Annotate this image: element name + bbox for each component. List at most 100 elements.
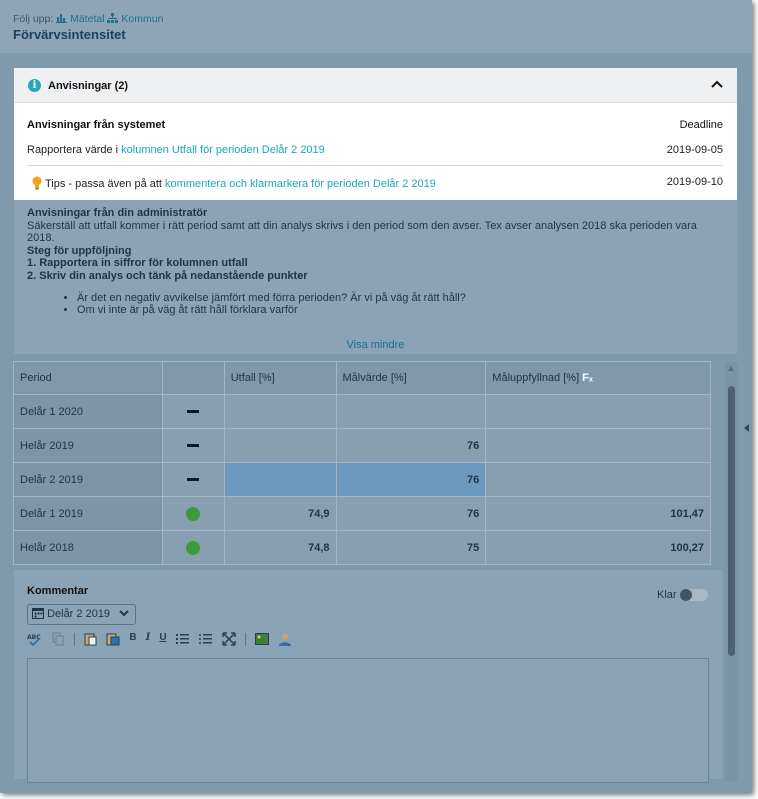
instruction-row-report-link[interactable]: kolumnen Utfall för perioden Delår 2 201… <box>121 144 325 156</box>
utfall-cell[interactable] <box>223 394 337 429</box>
malvarde-cell[interactable]: 76 <box>335 462 487 497</box>
instruction-row-tip: Tips - passa även på att kommentera och … <box>32 176 436 190</box>
numbered-list-icon[interactable] <box>175 632 190 646</box>
underline-button[interactable]: U <box>159 632 166 646</box>
formula-icon[interactable]: Fₓ <box>582 372 593 384</box>
chevron-up-icon[interactable] <box>711 79 723 89</box>
municipality-link[interactable]: Kommun <box>107 13 163 25</box>
utfall-cell[interactable] <box>223 462 337 497</box>
deadline-header: Deadline <box>679 119 723 131</box>
table-row[interactable]: Helår 2018 74,8 75 100,27 <box>13 530 711 565</box>
paste-from-word-icon[interactable] <box>106 632 120 646</box>
scroll-up-arrow-icon[interactable] <box>728 366 734 371</box>
done-toggle[interactable] <box>680 589 708 601</box>
comment-section: Kommentar Klar Delår 2 2019 ABC B I U <box>14 570 722 783</box>
period-cell: Helår 2019 <box>13 428 163 463</box>
status-cell <box>161 428 225 463</box>
italic-button[interactable]: I <box>146 632 151 646</box>
no-status-icon <box>187 478 200 482</box>
maluppfyllnad-cell <box>485 462 711 497</box>
chevron-down-icon <box>119 610 129 617</box>
admin-instructions-text: Säkerställ att utfall kommer i rätt peri… <box>27 219 697 245</box>
scrollbar-thumb[interactable] <box>728 386 735 656</box>
comment-editor[interactable] <box>27 658 709 783</box>
status-green-icon <box>186 506 201 521</box>
bold-button[interactable]: B <box>129 632 136 646</box>
editor-toolbar: ABC B I U <box>27 632 298 648</box>
column-header-period[interactable]: Period <box>13 361 163 395</box>
instructions-title: Anvisningar (2) <box>48 80 129 92</box>
info-icon: i <box>28 79 41 92</box>
status-cell <box>161 496 225 531</box>
period-cell: Helår 2018 <box>13 530 163 565</box>
instruction-row-tip-date: 2019-09-10 <box>666 176 723 188</box>
no-status-icon <box>187 444 200 448</box>
column-header-maluppfyllnad[interactable]: Måluppfyllnad [%] Fₓ <box>485 361 711 395</box>
status-green-icon <box>186 540 201 555</box>
user-icon[interactable] <box>278 632 292 646</box>
period-cell: Delår 2 2019 <box>13 462 163 497</box>
table-row[interactable]: Delår 1 2019 74,9 76 101,47 <box>13 496 711 531</box>
collapse-side-panel-icon[interactable] <box>744 424 749 432</box>
instruction-row-report-text: Rapportera värde i <box>27 144 122 156</box>
step-1: 1. Rapportera in siffror för kolumnen ut… <box>27 257 248 269</box>
maluppfyllnad-cell: 100,27 <box>485 530 711 565</box>
instruction-row-tip-link[interactable]: kommentera och klarmarkera för perioden … <box>165 178 436 190</box>
malvarde-cell[interactable]: 76 <box>335 496 487 531</box>
utfall-cell[interactable]: 74,8 <box>223 530 337 565</box>
admin-instructions: Anvisningar från din administratör Säker… <box>27 207 727 316</box>
toolbar-divider <box>74 632 76 646</box>
maluppfyllnad-cell <box>485 394 711 429</box>
calendar-icon <box>32 608 44 619</box>
municipality-link-label: Kommun <box>121 13 164 25</box>
utfall-cell[interactable] <box>223 428 337 463</box>
instruction-row-report: Rapportera värde i kolumnen Utfall för p… <box>27 144 325 156</box>
org-chart-icon <box>107 13 119 23</box>
malvarde-cell[interactable]: 75 <box>335 530 487 565</box>
results-table: Period Utfall [%] Målvärde [%] Måluppfyl… <box>13 361 711 565</box>
paste-icon[interactable] <box>84 632 97 646</box>
instruction-row-tip-text: Tips - passa även på att <box>45 178 166 190</box>
step-2: 2. Skriv din analys och tänk på nedanstå… <box>27 269 308 282</box>
copy-icon[interactable] <box>52 632 65 646</box>
malvarde-cell[interactable]: 76 <box>335 428 487 463</box>
status-cell <box>161 394 225 429</box>
page-title: Förvärvsintensitet <box>13 27 126 42</box>
bulleted-list-icon[interactable] <box>198 632 213 646</box>
image-icon[interactable] <box>254 632 269 646</box>
malvarde-cell[interactable] <box>335 394 487 429</box>
column-header-maluppfyllnad-label: Måluppfyllnad [%] <box>492 372 580 384</box>
period-select[interactable]: Delår 2 2019 <box>27 604 136 625</box>
show-less-link[interactable]: Visa mindre <box>14 339 737 351</box>
metric-link-label: Mätetal <box>70 13 105 25</box>
maluppfyllnad-cell <box>485 428 711 463</box>
modal-frame: Följ upp: Mätetal Kommun Förvärvsintensi… <box>0 0 752 793</box>
table-row[interactable]: Delår 1 2020 <box>13 394 711 429</box>
comment-title: Kommentar <box>27 585 89 597</box>
instructions-header[interactable]: i Anvisningar (2) <box>14 68 737 103</box>
admin-bullets: Är det en negativ avvikelse jämfört med … <box>27 292 727 316</box>
instructions-panel: i Anvisningar (2) Anvisningar från syste… <box>14 68 737 354</box>
table-row[interactable]: Helår 2019 76 <box>13 428 711 463</box>
follow-label: Följ upp: <box>13 13 54 25</box>
metric-link[interactable]: Mätetal <box>56 13 107 25</box>
utfall-cell[interactable]: 74,9 <box>223 496 337 531</box>
spellcheck-icon[interactable]: ABC <box>27 632 43 647</box>
done-label: Klar <box>657 589 677 601</box>
column-header-malvarde[interactable]: Målvärde [%] <box>335 361 487 395</box>
maximize-icon[interactable] <box>222 632 236 646</box>
toolbar-divider <box>244 632 246 646</box>
show-less-label: Visa mindre <box>346 339 405 351</box>
table-row-selected[interactable]: Delår 2 2019 76 <box>13 462 711 497</box>
bullet-item: Om vi inte är på väg åt rätt håll förkla… <box>77 304 727 316</box>
vertical-scrollbar[interactable] <box>725 362 738 782</box>
status-cell <box>161 462 225 497</box>
admin-instructions-title: Anvisningar från din administratör <box>27 207 208 219</box>
no-status-icon <box>187 410 200 414</box>
bullet-item: Är det en negativ avvikelse jämfört med … <box>77 292 727 304</box>
instruction-row-report-date: 2019-09-05 <box>666 144 723 156</box>
period-cell: Delår 1 2020 <box>13 394 163 429</box>
column-header-utfall[interactable]: Utfall [%] <box>223 361 337 395</box>
column-header-status <box>161 361 225 395</box>
toggle-knob <box>680 589 692 601</box>
